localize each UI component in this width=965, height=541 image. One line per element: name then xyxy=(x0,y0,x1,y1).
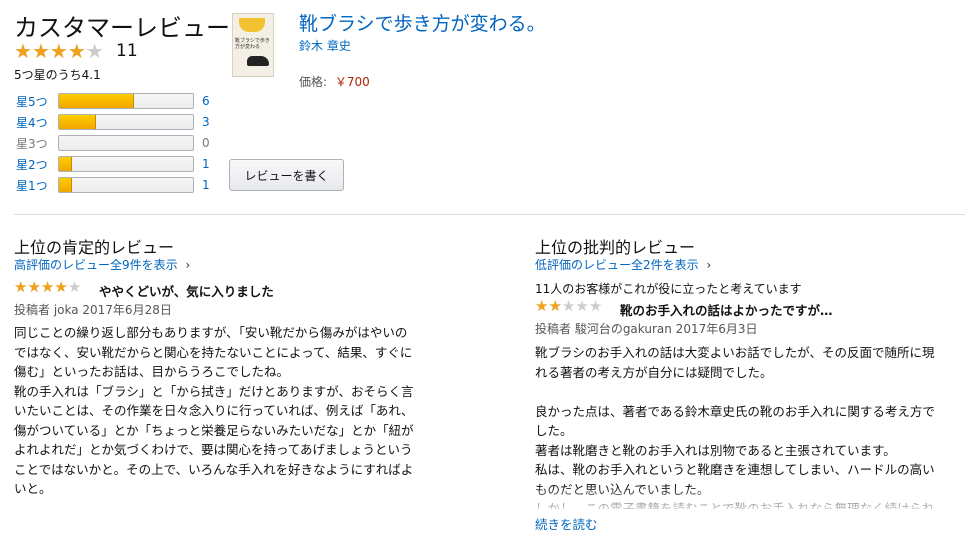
product-title[interactable]: 靴ブラシで歩き方が変わる。 xyxy=(299,9,546,36)
histogram-row[interactable]: 星5つ 6 xyxy=(16,91,222,111)
histogram-label[interactable]: 星4つ xyxy=(16,114,58,131)
cover-text: 靴ブラシで歩き方が変わる xyxy=(235,38,270,50)
positive-review-byline: 投稿者 joka 2017年6月28日 xyxy=(14,303,172,317)
histogram-row[interactable]: 星2つ 1 xyxy=(16,154,222,174)
histogram-row[interactable]: 星1つ 1 xyxy=(16,175,222,195)
star-icon: ★★ xyxy=(31,39,50,63)
star-icon: ★★ xyxy=(27,278,41,296)
read-more-link[interactable]: 続きを読む xyxy=(535,514,598,533)
histogram-label[interactable]: 星1つ xyxy=(16,177,58,194)
histogram-row[interactable]: 星4つ 3 xyxy=(16,112,222,132)
histogram-bar xyxy=(58,135,194,151)
histogram-label[interactable]: 星2つ xyxy=(16,156,58,173)
price-label: 価格: xyxy=(299,75,328,89)
critical-helpful-text: 11人のお客様がこれが役に立ったと考えています xyxy=(535,282,802,296)
critical-review-heading: 上位の批判的レビュー xyxy=(535,238,696,257)
star-icon: ★★ xyxy=(49,39,68,63)
histogram-count[interactable]: 1 xyxy=(202,178,222,192)
star-icon: ★★ xyxy=(548,297,562,315)
histogram-label: 星3つ xyxy=(16,136,48,151)
histogram-bar-fill xyxy=(59,178,73,192)
star-icon: ★★ xyxy=(14,278,28,296)
histogram-bar[interactable] xyxy=(58,177,194,193)
histogram-count: 0 xyxy=(202,136,210,150)
star-icon: ★ xyxy=(575,297,589,315)
star-icon: ★★ xyxy=(85,39,104,63)
star-icon: ★ xyxy=(561,297,576,315)
star-icon: ★ xyxy=(67,278,82,296)
star-icon: ★★ xyxy=(14,39,32,63)
histogram-bar[interactable] xyxy=(58,156,194,172)
average-rating-stars[interactable]: ★★★★★★★★★★ xyxy=(14,40,104,62)
critical-all-link-row[interactable]: 低評価のレビュー全2件を表示 › xyxy=(535,256,711,273)
star-icon: ★★ xyxy=(535,297,549,315)
reviews-heading: カスタマーレビュー xyxy=(14,14,230,42)
histogram-count[interactable]: 6 xyxy=(202,94,222,108)
critical-review-body: 靴ブラシのお手入れの話は大変よいお話でしたが、その反面で随所に現 れる著者の考え… xyxy=(535,345,935,509)
positive-review-title[interactable]: ややくどいが、気に入りました xyxy=(99,281,274,300)
histogram-bar-fill xyxy=(59,115,97,129)
review-count: 11 xyxy=(116,41,138,61)
divider xyxy=(14,214,965,215)
positive-all-link[interactable]: 高評価のレビュー全9件を表示 xyxy=(14,258,178,272)
histogram-count[interactable]: 1 xyxy=(202,157,222,171)
star-icon: ★★ xyxy=(54,278,68,296)
rating-text: 5つ星のうち4.1 xyxy=(14,68,101,82)
book-cover[interactable]: 靴ブラシで歩き方が変わる xyxy=(232,13,274,77)
price-value: ￥700 xyxy=(334,75,370,89)
histogram-row: 星3つ 0 xyxy=(16,133,222,153)
critical-review-stars: ★ ★ ★ ★ ★ ★ ★ xyxy=(535,298,602,314)
histogram-bar[interactable] xyxy=(58,93,194,109)
positive-all-link-row[interactable]: 高評価のレビュー全9件を表示 › xyxy=(14,256,190,273)
critical-review-byline: 投稿者 駿河台のgakuran 2017年6月3日 xyxy=(535,322,758,336)
product-author[interactable]: 鈴木 章史 xyxy=(299,37,351,54)
star-icon: ★★ xyxy=(67,39,86,63)
positive-review-stars: ★ ★ ★ ★ ★ ★ ★ ★ ★ xyxy=(14,279,81,295)
write-review-button[interactable]: レビューを書く xyxy=(229,159,344,191)
chevron-right-icon: › xyxy=(706,258,712,272)
histogram-label[interactable]: 星5つ xyxy=(16,93,58,110)
histogram-bar-fill xyxy=(59,157,73,171)
price-row: 価格: ￥700 xyxy=(299,73,370,90)
critical-all-link[interactable]: 低評価のレビュー全2件を表示 xyxy=(535,258,699,272)
star-icon: ★★ xyxy=(40,278,55,296)
chevron-right-icon: › xyxy=(185,258,191,272)
histogram-bar[interactable] xyxy=(58,114,194,130)
critical-review-title[interactable]: 靴のお手入れの話はよかったですが… xyxy=(620,300,833,319)
star-icon: ★ xyxy=(588,297,603,315)
positive-review-heading: 上位の肯定的レビュー xyxy=(14,238,175,257)
histogram-bar-fill xyxy=(59,94,134,108)
positive-review-body: 同じことの繰り返し部分もありますが、「安い靴だから傷みがはやいの ではなく、安い… xyxy=(14,325,414,496)
histogram-count[interactable]: 3 xyxy=(202,115,222,129)
